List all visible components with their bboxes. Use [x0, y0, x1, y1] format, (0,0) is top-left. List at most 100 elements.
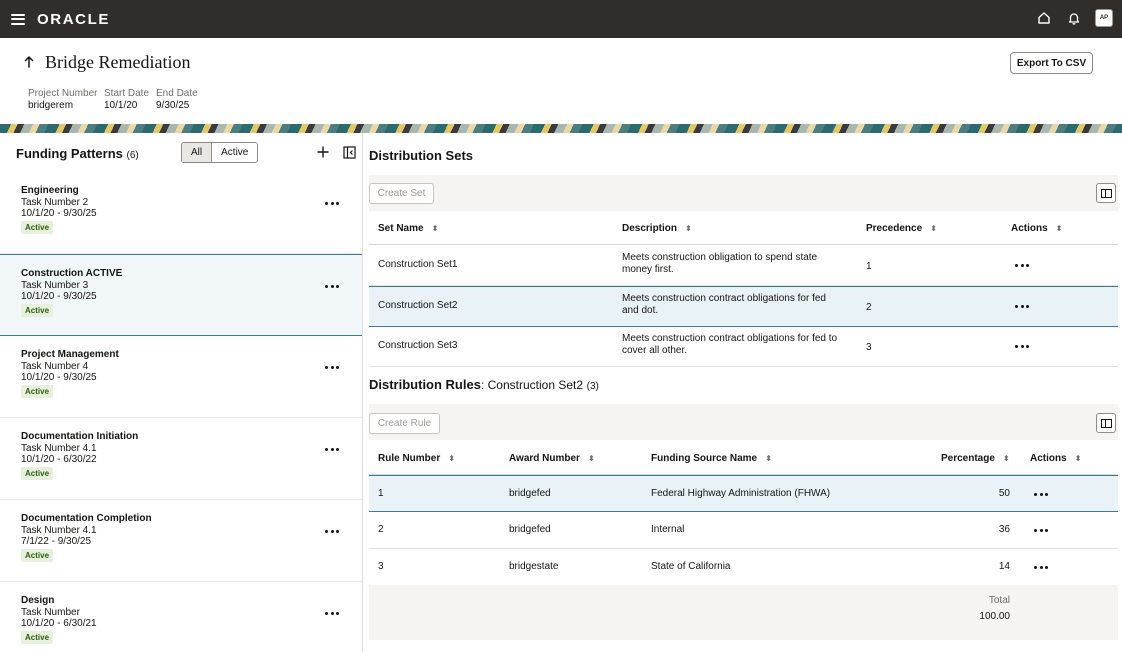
column-header-description[interactable]: Description ⬍ [622, 223, 692, 234]
funding-pattern-name: Project Management [21, 349, 119, 360]
distribution-sets-table: Set Name ⬍ Description ⬍ Precedence ⬍ Actio… [369, 213, 1118, 367]
sort-icon[interactable]: ⬍ [1075, 454, 1082, 463]
column-label: Precedence [866, 223, 923, 234]
table-row[interactable]: 3 bridgestate State of California 14 [369, 549, 1118, 586]
description-cell: Meets construction obligation to spend s… [622, 252, 818, 275]
end-date-label: End Date [156, 88, 198, 99]
column-header-actions[interactable]: Actions ⬍ [1011, 223, 1062, 234]
column-header-percentage[interactable]: Percentage ⬍ [941, 453, 1010, 464]
more-actions-icon[interactable] [325, 283, 339, 289]
precedence-cell: 3 [866, 342, 872, 353]
more-actions-icon[interactable] [1015, 303, 1029, 309]
page-title: Bridge Remediation [45, 52, 191, 72]
column-settings-icon[interactable] [1096, 413, 1116, 433]
distribution-rules-set-name: : Construction Set2 [480, 378, 584, 392]
percentage-cell: 14 [998, 561, 1010, 572]
table-row[interactable]: 1 bridgefed Federal Highway Administrati… [369, 475, 1118, 512]
more-actions-icon[interactable] [1015, 262, 1029, 268]
column-header-rule-number[interactable]: Rule Number ⬍ [378, 453, 455, 464]
export-to-csv-button[interactable]: Export To CSV [1010, 52, 1093, 74]
funding-source-cell: Federal Highway Administration (FHWA) [651, 488, 831, 499]
more-actions-icon[interactable] [325, 610, 339, 616]
column-header-set-name[interactable]: Set Name ⬍ [378, 223, 438, 234]
funding-pattern-dates: 7/1/22 - 9/30/25 [21, 536, 92, 547]
create-rule-button[interactable]: Create Rule [369, 413, 440, 434]
more-actions-icon[interactable] [325, 200, 339, 206]
funding-pattern-item[interactable]: Construction ACTIVE Task Number 3 10/1/2… [0, 254, 362, 336]
table-row[interactable]: 2 bridgefed Internal 36 [369, 512, 1118, 549]
funding-pattern-item[interactable]: Documentation Completion Task Number 4.1… [0, 500, 362, 582]
rule-number-cell: 3 [378, 561, 384, 572]
funding-pattern-dates: 10/1/20 - 6/30/21 [21, 618, 97, 629]
global-header: ORACLE AP [0, 0, 1122, 38]
more-actions-icon[interactable] [1015, 343, 1029, 349]
sort-icon[interactable]: ⬍ [448, 454, 455, 463]
filter-all-button[interactable]: All [182, 143, 213, 162]
funding-pattern-name: Documentation Initiation [21, 431, 139, 442]
distribution-rules-toolbar: Create Rule [369, 404, 1118, 440]
home-icon[interactable] [1035, 9, 1053, 27]
start-date-value: 10/1/20 [104, 100, 138, 111]
award-number-cell: bridgestate [509, 561, 559, 572]
column-header-funding-source-name[interactable]: Funding Source Name ⬍ [651, 453, 772, 464]
column-label: Actions [1011, 223, 1048, 234]
more-actions-icon[interactable] [1034, 491, 1048, 497]
set-name-cell: Construction Set3 [378, 340, 458, 351]
more-actions-icon[interactable] [1034, 564, 1048, 570]
notifications-bell-icon[interactable] [1065, 9, 1083, 27]
project-number-field: Project Number bridgerem [28, 88, 97, 112]
column-header-award-number[interactable]: Award Number ⬍ [509, 453, 595, 464]
funding-pattern-item[interactable]: Engineering Task Number 2 10/1/20 - 9/30… [0, 172, 362, 254]
table-row[interactable]: Construction Set3 Meets construction con… [369, 327, 1118, 367]
funding-pattern-task: Task Number 3 [21, 280, 89, 291]
table-row[interactable]: Construction Set1 Meets construction obl… [369, 245, 1118, 286]
collapse-panel-icon[interactable] [343, 146, 356, 159]
more-actions-icon[interactable] [325, 364, 339, 370]
sort-icon[interactable]: ⬍ [1003, 454, 1010, 463]
back-arrow-icon[interactable] [21, 54, 37, 70]
distribution-rules-title: Distribution Rules: Construction Set2 (3… [369, 377, 599, 392]
funding-pattern-item[interactable]: Design Task Number 10/1/20 - 6/30/21 Act… [0, 582, 362, 652]
funding-patterns-panel: Funding Patterns (6) All Active Engineer… [0, 133, 363, 652]
percentage-cell: 50 [998, 488, 1010, 499]
distribution-sets-title: Distribution Sets [369, 148, 474, 163]
sort-icon[interactable]: ⬍ [588, 454, 595, 463]
column-label: Percentage [941, 453, 995, 464]
start-date-field: Start Date 10/1/20 [104, 88, 149, 112]
sort-icon[interactable]: ⬍ [765, 454, 772, 463]
end-date-field: End Date 9/30/25 [156, 88, 198, 112]
distribution-rules-count: (3) [586, 381, 599, 392]
more-actions-icon[interactable] [1034, 527, 1048, 533]
column-header-actions[interactable]: Actions ⬍ [1030, 453, 1081, 464]
funding-pattern-task: Task Number [21, 607, 80, 618]
distribution-rules-heading: Distribution Rules [369, 377, 481, 392]
set-name-cell: Construction Set1 [378, 259, 458, 270]
project-number-label: Project Number [28, 88, 98, 99]
funding-patterns-count: (6) [126, 150, 139, 161]
sort-icon[interactable]: ⬍ [1056, 224, 1063, 233]
column-settings-icon[interactable] [1096, 183, 1116, 203]
sort-icon[interactable]: ⬍ [432, 224, 439, 233]
status-badge: Active [21, 385, 54, 398]
funding-pattern-task: Task Number 4.1 [21, 525, 97, 536]
create-set-button[interactable]: Create Set [369, 183, 434, 204]
funding-pattern-item[interactable]: Documentation Initiation Task Number 4.1… [0, 418, 362, 500]
more-actions-icon[interactable] [325, 446, 339, 452]
filter-active-button[interactable]: Active [212, 143, 258, 162]
percentage-cell: 36 [998, 524, 1010, 535]
menu-icon[interactable] [11, 13, 25, 25]
column-header-precedence[interactable]: Precedence ⬍ [866, 223, 937, 234]
description-cell: Meets construction contract obligations … [622, 293, 826, 316]
funding-pattern-task: Task Number 4 [21, 361, 89, 372]
funding-pattern-item[interactable]: Project Management Task Number 4 10/1/20… [0, 336, 362, 418]
sort-icon[interactable]: ⬍ [685, 224, 692, 233]
funding-pattern-task: Task Number 2 [21, 197, 89, 208]
sort-icon[interactable]: ⬍ [930, 224, 937, 233]
user-avatar[interactable]: AP [1095, 9, 1113, 27]
more-actions-icon[interactable] [325, 528, 339, 534]
page-header: Bridge Remediation Export To CSV Project… [0, 38, 1122, 124]
table-row[interactable]: Construction Set2 Meets construction con… [369, 286, 1118, 327]
add-icon[interactable] [316, 145, 330, 159]
status-badge: Active [21, 549, 54, 562]
column-label: Rule Number [378, 453, 441, 464]
